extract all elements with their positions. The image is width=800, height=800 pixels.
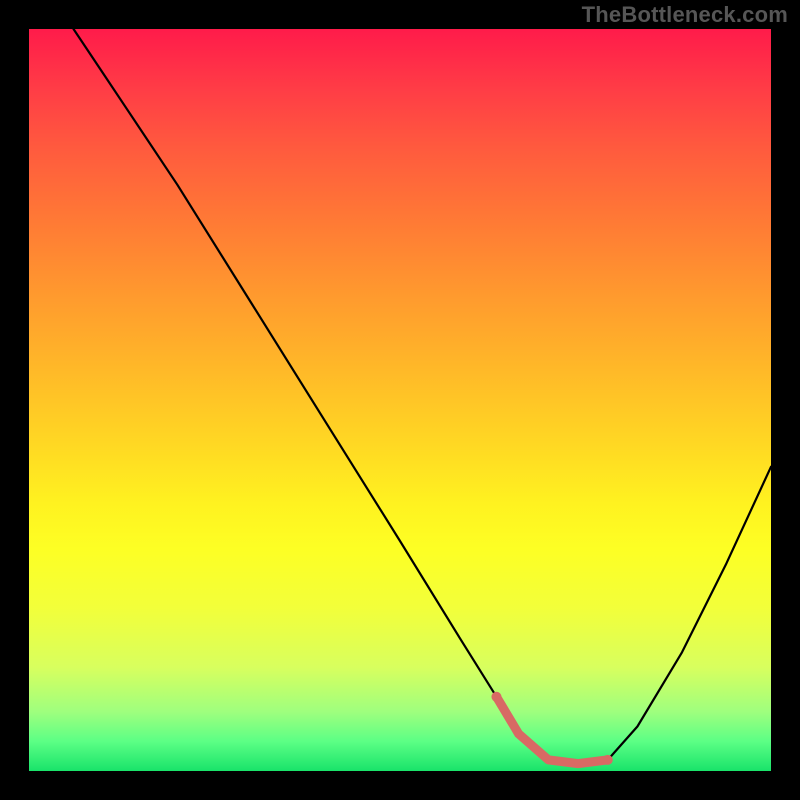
curve-svg — [29, 29, 771, 771]
chart-frame: TheBottleneck.com — [0, 0, 800, 800]
plot-area — [29, 29, 771, 771]
watermark-label: TheBottleneck.com — [582, 2, 788, 28]
highlight-dot-start — [491, 692, 501, 702]
highlight-dot-end — [603, 755, 613, 765]
curve-highlight — [497, 697, 608, 764]
curve-main — [74, 29, 772, 764]
